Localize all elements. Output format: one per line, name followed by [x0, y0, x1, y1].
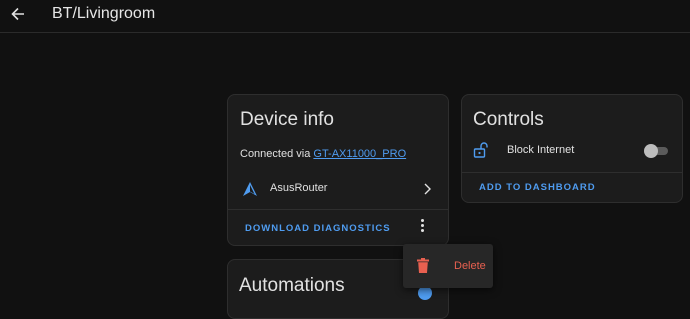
integration-row-asusrouter[interactable]: AsusRouter — [228, 175, 448, 203]
overflow-menu: Delete — [403, 244, 493, 288]
controls-card: Controls Block Internet ADD TO DASHBOARD — [461, 94, 683, 203]
controls-title: Controls — [473, 109, 544, 130]
automations-title: Automations — [239, 275, 345, 296]
trash-icon — [417, 258, 429, 273]
connected-via-text: Connected via GT-AX11000_PRO — [240, 148, 406, 160]
device-info-card: Device info Connected via GT-AX11000_PRO… — [227, 94, 449, 246]
asusrouter-logo-icon — [243, 182, 257, 196]
download-diagnostics-button[interactable]: DOWNLOAD DIAGNOSTICS — [245, 223, 391, 234]
add-automation-icon[interactable] — [418, 286, 432, 300]
lock-open-icon — [473, 142, 488, 158]
top-app-bar: BT/Livingroom — [0, 0, 690, 33]
entity-label: Block Internet — [507, 144, 575, 156]
block-internet-toggle[interactable] — [644, 144, 668, 158]
connected-via-link[interactable]: GT-AX11000_PRO — [313, 148, 406, 160]
integration-label: AsusRouter — [270, 182, 328, 194]
page-title: BT/Livingroom — [52, 5, 156, 22]
device-info-title: Device info — [240, 109, 334, 130]
connected-via-prefix: Connected via — [240, 148, 314, 160]
menu-item-delete[interactable]: Delete — [403, 244, 493, 288]
arrow-left-icon[interactable] — [8, 4, 28, 24]
divider — [462, 172, 682, 173]
divider — [228, 209, 448, 210]
entity-row-block-internet[interactable]: Block Internet — [462, 139, 682, 163]
chevron-right-icon — [424, 183, 431, 195]
toggle-knob — [644, 144, 658, 158]
more-vert-icon[interactable] — [416, 219, 428, 235]
add-to-dashboard-button[interactable]: ADD TO DASHBOARD — [479, 182, 596, 193]
menu-item-label: Delete — [454, 260, 486, 272]
